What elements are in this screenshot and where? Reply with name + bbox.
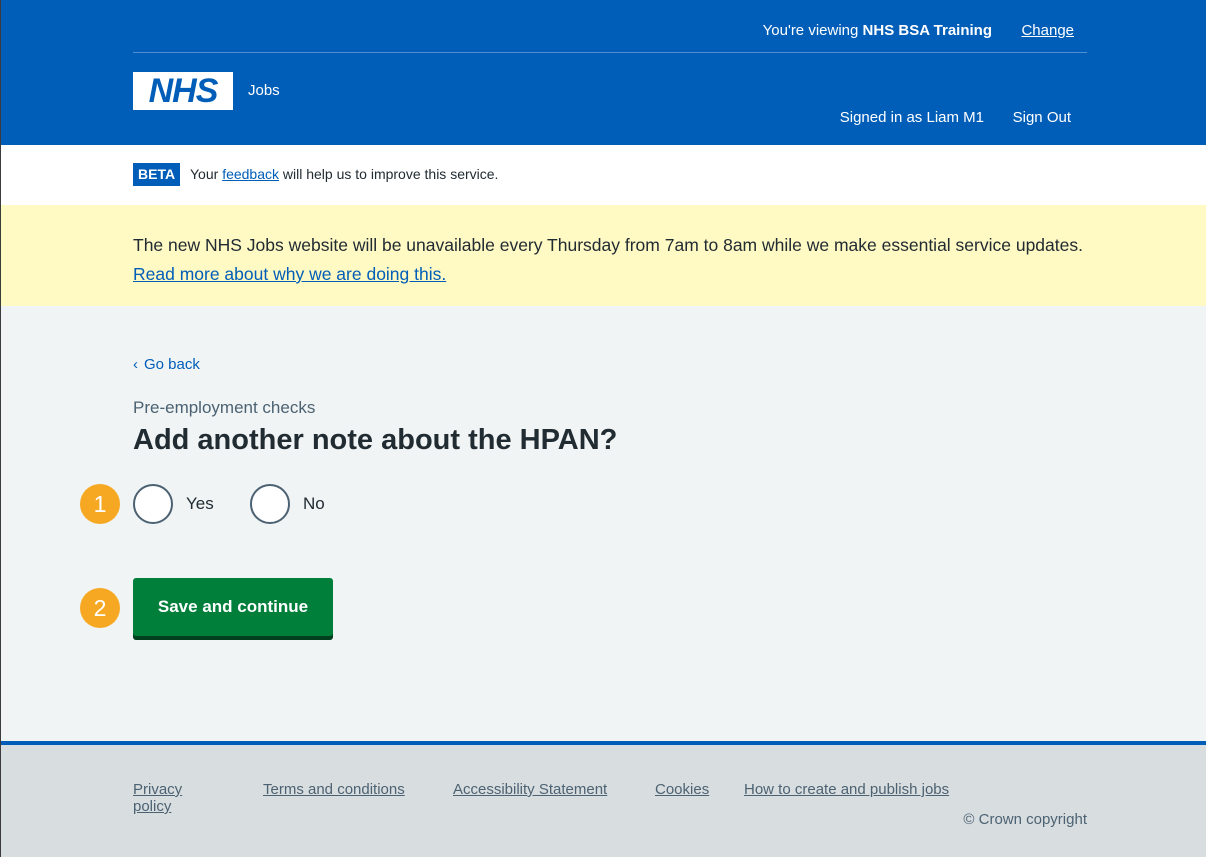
org-viewing-text: You're viewing NHS BSA Training [763, 22, 992, 39]
beta-tag: BETA [133, 163, 181, 186]
beta-text: Your feedback will help us to improve th… [190, 166, 498, 182]
window-left-edge [0, 0, 1, 857]
nhs-logo[interactable]: NHS [133, 72, 233, 110]
notice-read-more-link[interactable]: Read more about why we are doing this. [133, 264, 446, 284]
notice-message: The new NHS Jobs website will be unavail… [133, 235, 1083, 255]
go-back-label: Go back [144, 356, 200, 373]
site-footer: Privacy policy Terms and conditions Acce… [0, 741, 1206, 857]
feedback-link[interactable]: feedback [222, 166, 279, 182]
step-marker-1: 1 [80, 484, 120, 524]
page-caption: Pre-employment checks [133, 398, 316, 417]
footer-link-terms[interactable]: Terms and conditions [263, 781, 405, 798]
copyright: © Crown copyright [963, 811, 1087, 828]
notice-text: The new NHS Jobs website will be unavail… [133, 231, 1093, 289]
site-header: You're viewing NHS BSA Training Change N… [0, 0, 1206, 145]
sign-out-link[interactable]: Sign Out [1013, 109, 1071, 126]
footer-link-privacy[interactable]: Privacy policy [133, 781, 182, 815]
footer-link-how-to-publish[interactable]: How to create and publish jobs [744, 781, 949, 798]
save-and-continue-button[interactable]: Save and continue [133, 578, 333, 636]
service-name[interactable]: Jobs [248, 82, 280, 99]
radio-yes-label[interactable]: Yes [186, 494, 214, 514]
step-marker-2: 2 [80, 588, 120, 628]
signed-in-user: Signed in as Liam M1 [839, 109, 984, 126]
beta-banner: BETA Your feedback will help us to impro… [0, 145, 1206, 205]
radio-no[interactable]: No [250, 484, 325, 524]
radio-yes-circle[interactable] [133, 484, 173, 524]
footer-link-cookies[interactable]: Cookies [655, 781, 709, 798]
page-title: Add another note about the HPAN? [133, 424, 618, 456]
org-name: NHS BSA Training [862, 22, 992, 39]
beta-text-before: Your [190, 166, 219, 182]
go-back-link[interactable]: ‹ Go back [133, 356, 200, 373]
footer-link-accessibility[interactable]: Accessibility Statement [453, 781, 607, 798]
main-content: ‹ Go back Pre-employment checks Add anoth… [0, 306, 1206, 741]
radio-yes[interactable]: Yes [133, 484, 214, 524]
radio-no-label[interactable]: No [303, 494, 325, 514]
org-viewing-prefix: You're viewing [762, 22, 859, 39]
change-org-link[interactable]: Change [1021, 22, 1074, 39]
organisation-bar: You're viewing NHS BSA Training Change [133, 0, 1087, 53]
radio-no-circle[interactable] [250, 484, 290, 524]
service-notice: The new NHS Jobs website will be unavail… [0, 205, 1206, 306]
beta-text-after: will help us to improve this service. [282, 166, 499, 182]
chevron-left-icon: ‹ [133, 356, 138, 373]
